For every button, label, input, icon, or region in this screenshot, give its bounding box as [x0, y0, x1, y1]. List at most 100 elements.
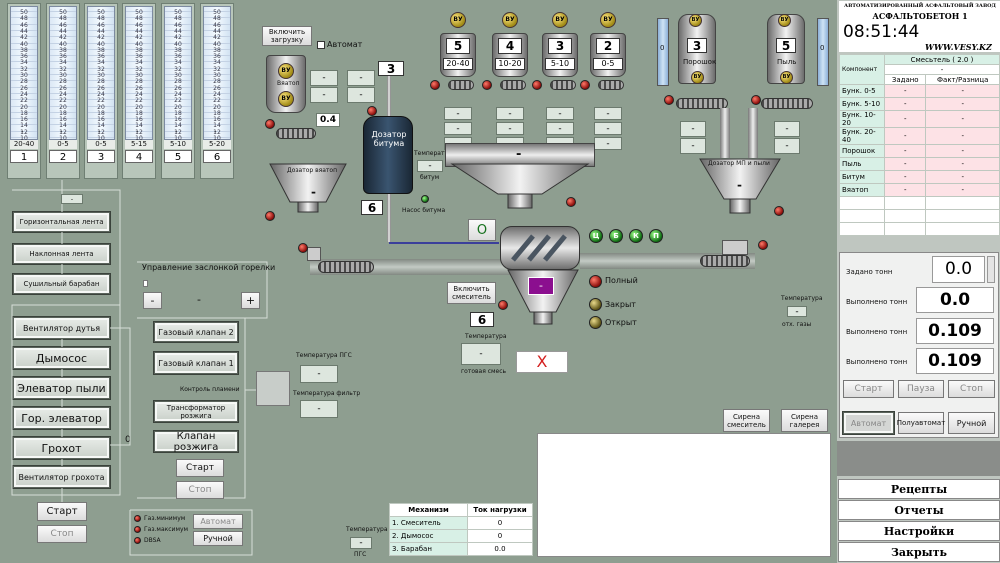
mode-manual-button[interactable]: Ручной [948, 412, 995, 434]
right-level-indicator [817, 18, 829, 86]
mixer-o-indicator: O [468, 219, 496, 241]
vyatop-box-2: - [310, 87, 338, 103]
aggregate-bin-number: 4 [498, 38, 522, 54]
component-name: Порошок [839, 144, 885, 158]
gas-min-lamp [134, 515, 141, 522]
gas-valve-1-button[interactable]: Газовый клапан 1 [154, 352, 238, 374]
aggregate-bin-value: - [444, 107, 472, 120]
close-button[interactable]: Закрыть [838, 542, 1000, 562]
bitumen-tank [363, 116, 413, 194]
vyatop-doser-label: Дозатор вяатоп [287, 167, 338, 174]
recipes-button[interactable]: Рецепты [838, 479, 1000, 499]
gas-max-label: Газ.максимум [144, 526, 189, 533]
mp-doser-weight: - [737, 178, 742, 192]
component-name: Вяатоп [839, 183, 885, 197]
ignition-valve-button[interactable]: Клапан розжига [154, 431, 238, 453]
emergency-stop-button[interactable]: X [516, 351, 568, 373]
recipe-table: Компонент Смесьтель ( 2.0 ) - Задано Фак… [839, 54, 1000, 236]
mechanism-name: 1. Смеситель [389, 516, 468, 530]
batch-stop-button[interactable]: Стоп [948, 380, 995, 398]
burner-plus-button[interactable]: + [241, 292, 260, 309]
gas-valve-2-button[interactable]: Газовый клапан 2 [154, 322, 238, 342]
burner-minus-button[interactable]: - [143, 292, 162, 309]
clock: 08:51:44 [843, 22, 920, 42]
aggregate-bin-lamp [532, 80, 542, 90]
aggregate-bin-value: - [594, 137, 622, 150]
company-line-1: АВТОМАТИЗИРОВАННЫЙ АСФАЛЬТОВЫЙ ЗАВОД [844, 3, 996, 9]
component-row: Бунк. 20-40- - [839, 127, 1000, 145]
mixer-indicator-2: Б [609, 229, 623, 243]
vyatop-box-4: - [347, 87, 375, 103]
batch-start-button[interactable]: Старт [843, 380, 894, 398]
mixer-number: 6 [470, 312, 494, 327]
enable-loading-button[interactable]: Включить загрузку [262, 26, 312, 46]
set-tons-spinner[interactable] [987, 256, 995, 283]
dbsa-label: DBSA [144, 537, 161, 544]
open-label: Открыт [605, 318, 637, 327]
auto-checkbox[interactable] [317, 41, 325, 49]
mechanism-current: 0 [467, 516, 533, 530]
bitumen-bin-number: 3 [378, 61, 404, 76]
gas-temp-sub: отх. газы [782, 321, 812, 328]
bitumen-doser-label: Дозатор битума [371, 130, 407, 148]
burner-auto-button[interactable]: Автомат [193, 514, 243, 529]
settings-button[interactable]: Настройки [838, 521, 1000, 541]
bitumen-temp-value: - [417, 160, 443, 172]
siren-mixer-button[interactable]: Сирена смеситель [723, 409, 770, 432]
aggregate-bin-feeder [500, 80, 526, 90]
filter-temp-label: Температура фильтр [293, 390, 361, 397]
mode-auto-button[interactable]: Автомат [843, 412, 894, 434]
dust-vu-top: ВУ [778, 14, 791, 27]
component-fact: - [925, 97, 1000, 111]
right-screw-conveyor [700, 255, 750, 267]
set-tons-value[interactable]: 0.0 [932, 256, 985, 283]
aggregate-bin-lamp [430, 80, 440, 90]
component-row: Порошок - - [839, 144, 1000, 158]
bitumen-pump-lamp [421, 195, 429, 203]
component-fact: - [925, 183, 1000, 197]
mode-semi-auto-button[interactable]: Полуавтомат [897, 412, 945, 434]
component-row: Бунк. 10-20- - [839, 110, 1000, 128]
batch-pause-button[interactable]: Пауза [898, 380, 944, 398]
aggregate-bin-feeder [598, 80, 624, 90]
burner-manual-button[interactable]: Ручной [193, 531, 243, 546]
mixer-weight: - [528, 277, 554, 295]
event-log[interactable] [537, 433, 831, 557]
siren-gallery-button[interactable]: Сирена галерея [781, 409, 828, 432]
powder-box-1: - [680, 121, 706, 137]
right-level-value: 0 [820, 44, 825, 52]
mix-temp-sub: готовая смесь [461, 368, 507, 375]
dust-pipe [748, 108, 758, 158]
bottom-temp-label: Температура [346, 526, 388, 533]
component-row: Битум - - [839, 170, 1000, 184]
status-strip [837, 441, 1000, 476]
burner-start-button[interactable]: Старт [176, 459, 224, 477]
component-set: - [883, 97, 927, 111]
bottom-temp-sub: ПГС [354, 551, 367, 558]
auto-checkbox-label: Автомат [327, 40, 363, 49]
current-header: Ток нагрузки [467, 503, 533, 517]
burner-stop-button[interactable]: Стоп [176, 481, 224, 499]
done2-value: 0.109 [916, 318, 994, 344]
burner-slider[interactable] [143, 280, 148, 287]
component-set: - [883, 170, 927, 184]
left-conveyor-lamp [298, 243, 308, 253]
bitumen-pipe-bottom [387, 194, 391, 242]
mixer-indicator-1: Ц [589, 229, 603, 243]
ignition-transformer-button[interactable]: Трансформатор розжига [154, 401, 238, 422]
component-row: Вяатоп - - [839, 183, 1000, 197]
vyatop-box-1: - [310, 70, 338, 86]
dust-lamp [751, 95, 761, 105]
enable-mixer-button[interactable]: Включить смеситель [447, 282, 496, 304]
done3-value: 0.109 [916, 348, 994, 374]
component-header: Компонент [839, 54, 885, 85]
bitumen-lamp-top [367, 106, 377, 116]
aggregate-bin-value: - [594, 122, 622, 135]
powder-vu-bottom: ВУ [691, 71, 704, 84]
website: WWW.VESY.KZ [925, 42, 992, 52]
mix-temp-value: - [461, 343, 501, 365]
left-conveyor-inlet [307, 247, 321, 261]
filter-temp-value: - [300, 400, 338, 418]
powder-pipe [720, 108, 730, 158]
reports-button[interactable]: Отчеты [838, 500, 1000, 520]
